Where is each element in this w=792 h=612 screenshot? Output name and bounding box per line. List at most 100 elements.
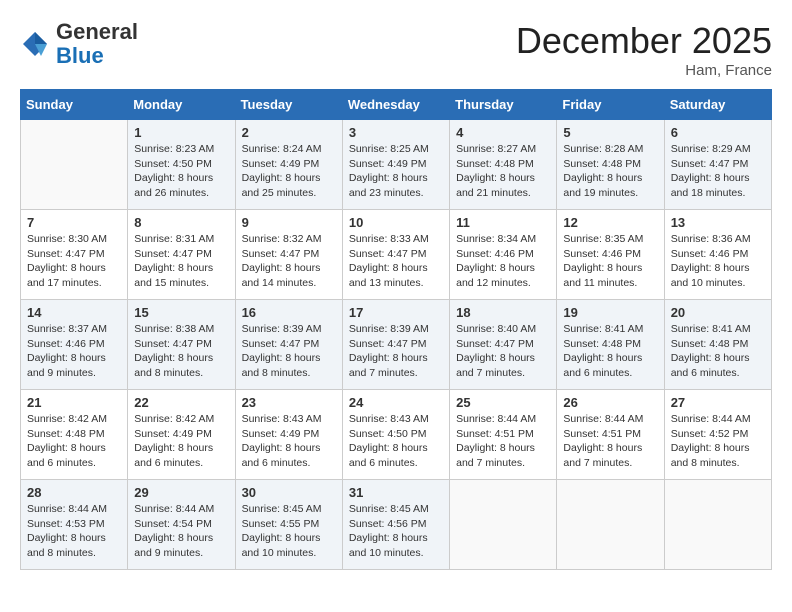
day-number: 5 — [563, 125, 657, 140]
calendar-cell: 17 Sunrise: 8:39 AMSunset: 4:47 PMDaylig… — [342, 300, 449, 390]
day-info: Sunrise: 8:45 AMSunset: 4:55 PMDaylight:… — [242, 502, 336, 561]
day-number: 7 — [27, 215, 121, 230]
weekday-header: Wednesday — [342, 90, 449, 120]
logo-general: General — [56, 19, 138, 44]
day-info: Sunrise: 8:44 AMSunset: 4:52 PMDaylight:… — [671, 412, 765, 471]
calendar-cell: 19 Sunrise: 8:41 AMSunset: 4:48 PMDaylig… — [557, 300, 664, 390]
day-info: Sunrise: 8:37 AMSunset: 4:46 PMDaylight:… — [27, 322, 121, 381]
day-info: Sunrise: 8:27 AMSunset: 4:48 PMDaylight:… — [456, 142, 550, 201]
calendar-cell: 12 Sunrise: 8:35 AMSunset: 4:46 PMDaylig… — [557, 210, 664, 300]
weekday-header: Friday — [557, 90, 664, 120]
weekday-header: Tuesday — [235, 90, 342, 120]
weekday-header: Sunday — [21, 90, 128, 120]
day-number: 28 — [27, 485, 121, 500]
day-number: 25 — [456, 395, 550, 410]
calendar-cell: 8 Sunrise: 8:31 AMSunset: 4:47 PMDayligh… — [128, 210, 235, 300]
calendar-table: SundayMondayTuesdayWednesdayThursdayFrid… — [20, 89, 772, 570]
logo: General Blue — [20, 20, 138, 68]
calendar-cell — [664, 480, 771, 570]
day-number: 3 — [349, 125, 443, 140]
title-block: December 2025 Ham, France — [516, 20, 772, 79]
calendar-cell: 25 Sunrise: 8:44 AMSunset: 4:51 PMDaylig… — [450, 390, 557, 480]
calendar-cell: 3 Sunrise: 8:25 AMSunset: 4:49 PMDayligh… — [342, 120, 449, 210]
weekday-header: Saturday — [664, 90, 771, 120]
day-info: Sunrise: 8:36 AMSunset: 4:46 PMDaylight:… — [671, 232, 765, 291]
day-number: 15 — [134, 305, 228, 320]
calendar-cell: 1 Sunrise: 8:23 AMSunset: 4:50 PMDayligh… — [128, 120, 235, 210]
day-info: Sunrise: 8:45 AMSunset: 4:56 PMDaylight:… — [349, 502, 443, 561]
calendar-cell: 16 Sunrise: 8:39 AMSunset: 4:47 PMDaylig… — [235, 300, 342, 390]
calendar-cell: 6 Sunrise: 8:29 AMSunset: 4:47 PMDayligh… — [664, 120, 771, 210]
calendar-cell: 2 Sunrise: 8:24 AMSunset: 4:49 PMDayligh… — [235, 120, 342, 210]
calendar-cell: 23 Sunrise: 8:43 AMSunset: 4:49 PMDaylig… — [235, 390, 342, 480]
calendar-cell: 14 Sunrise: 8:37 AMSunset: 4:46 PMDaylig… — [21, 300, 128, 390]
calendar-cell: 22 Sunrise: 8:42 AMSunset: 4:49 PMDaylig… — [128, 390, 235, 480]
calendar-week-row: 1 Sunrise: 8:23 AMSunset: 4:50 PMDayligh… — [21, 120, 772, 210]
calendar-cell: 28 Sunrise: 8:44 AMSunset: 4:53 PMDaylig… — [21, 480, 128, 570]
page-header: General Blue December 2025 Ham, France — [20, 20, 772, 79]
day-info: Sunrise: 8:29 AMSunset: 4:47 PMDaylight:… — [671, 142, 765, 201]
day-number: 4 — [456, 125, 550, 140]
day-number: 19 — [563, 305, 657, 320]
day-info: Sunrise: 8:43 AMSunset: 4:50 PMDaylight:… — [349, 412, 443, 471]
day-number: 13 — [671, 215, 765, 230]
day-info: Sunrise: 8:31 AMSunset: 4:47 PMDaylight:… — [134, 232, 228, 291]
day-info: Sunrise: 8:39 AMSunset: 4:47 PMDaylight:… — [349, 322, 443, 381]
calendar-cell: 20 Sunrise: 8:41 AMSunset: 4:48 PMDaylig… — [664, 300, 771, 390]
calendar-cell: 4 Sunrise: 8:27 AMSunset: 4:48 PMDayligh… — [450, 120, 557, 210]
day-info: Sunrise: 8:40 AMSunset: 4:47 PMDaylight:… — [456, 322, 550, 381]
calendar-cell: 27 Sunrise: 8:44 AMSunset: 4:52 PMDaylig… — [664, 390, 771, 480]
day-number: 21 — [27, 395, 121, 410]
calendar-cell: 7 Sunrise: 8:30 AMSunset: 4:47 PMDayligh… — [21, 210, 128, 300]
day-info: Sunrise: 8:41 AMSunset: 4:48 PMDaylight:… — [563, 322, 657, 381]
logo-icon — [20, 29, 50, 59]
calendar-cell: 31 Sunrise: 8:45 AMSunset: 4:56 PMDaylig… — [342, 480, 449, 570]
calendar-cell: 29 Sunrise: 8:44 AMSunset: 4:54 PMDaylig… — [128, 480, 235, 570]
day-info: Sunrise: 8:34 AMSunset: 4:46 PMDaylight:… — [456, 232, 550, 291]
day-number: 27 — [671, 395, 765, 410]
day-info: Sunrise: 8:35 AMSunset: 4:46 PMDaylight:… — [563, 232, 657, 291]
day-info: Sunrise: 8:38 AMSunset: 4:47 PMDaylight:… — [134, 322, 228, 381]
day-number: 22 — [134, 395, 228, 410]
day-info: Sunrise: 8:43 AMSunset: 4:49 PMDaylight:… — [242, 412, 336, 471]
day-number: 17 — [349, 305, 443, 320]
day-number: 11 — [456, 215, 550, 230]
day-info: Sunrise: 8:32 AMSunset: 4:47 PMDaylight:… — [242, 232, 336, 291]
day-info: Sunrise: 8:44 AMSunset: 4:53 PMDaylight:… — [27, 502, 121, 561]
day-number: 20 — [671, 305, 765, 320]
location: Ham, France — [516, 62, 772, 79]
day-info: Sunrise: 8:44 AMSunset: 4:51 PMDaylight:… — [563, 412, 657, 471]
day-info: Sunrise: 8:44 AMSunset: 4:54 PMDaylight:… — [134, 502, 228, 561]
day-info: Sunrise: 8:42 AMSunset: 4:49 PMDaylight:… — [134, 412, 228, 471]
day-number: 30 — [242, 485, 336, 500]
day-number: 8 — [134, 215, 228, 230]
day-number: 26 — [563, 395, 657, 410]
day-number: 29 — [134, 485, 228, 500]
day-number: 10 — [349, 215, 443, 230]
calendar-cell: 11 Sunrise: 8:34 AMSunset: 4:46 PMDaylig… — [450, 210, 557, 300]
day-number: 2 — [242, 125, 336, 140]
day-number: 14 — [27, 305, 121, 320]
day-info: Sunrise: 8:23 AMSunset: 4:50 PMDaylight:… — [134, 142, 228, 201]
calendar-week-row: 7 Sunrise: 8:30 AMSunset: 4:47 PMDayligh… — [21, 210, 772, 300]
day-info: Sunrise: 8:30 AMSunset: 4:47 PMDaylight:… — [27, 232, 121, 291]
calendar-cell — [450, 480, 557, 570]
calendar-cell: 30 Sunrise: 8:45 AMSunset: 4:55 PMDaylig… — [235, 480, 342, 570]
calendar-cell: 26 Sunrise: 8:44 AMSunset: 4:51 PMDaylig… — [557, 390, 664, 480]
day-info: Sunrise: 8:39 AMSunset: 4:47 PMDaylight:… — [242, 322, 336, 381]
day-number: 9 — [242, 215, 336, 230]
header-row: SundayMondayTuesdayWednesdayThursdayFrid… — [21, 90, 772, 120]
day-number: 1 — [134, 125, 228, 140]
day-number: 18 — [456, 305, 550, 320]
logo-blue: Blue — [56, 43, 104, 68]
weekday-header: Thursday — [450, 90, 557, 120]
day-number: 16 — [242, 305, 336, 320]
day-info: Sunrise: 8:42 AMSunset: 4:48 PMDaylight:… — [27, 412, 121, 471]
day-number: 12 — [563, 215, 657, 230]
calendar-cell: 5 Sunrise: 8:28 AMSunset: 4:48 PMDayligh… — [557, 120, 664, 210]
calendar-cell — [21, 120, 128, 210]
day-number: 24 — [349, 395, 443, 410]
day-info: Sunrise: 8:44 AMSunset: 4:51 PMDaylight:… — [456, 412, 550, 471]
day-info: Sunrise: 8:33 AMSunset: 4:47 PMDaylight:… — [349, 232, 443, 291]
calendar-week-row: 21 Sunrise: 8:42 AMSunset: 4:48 PMDaylig… — [21, 390, 772, 480]
